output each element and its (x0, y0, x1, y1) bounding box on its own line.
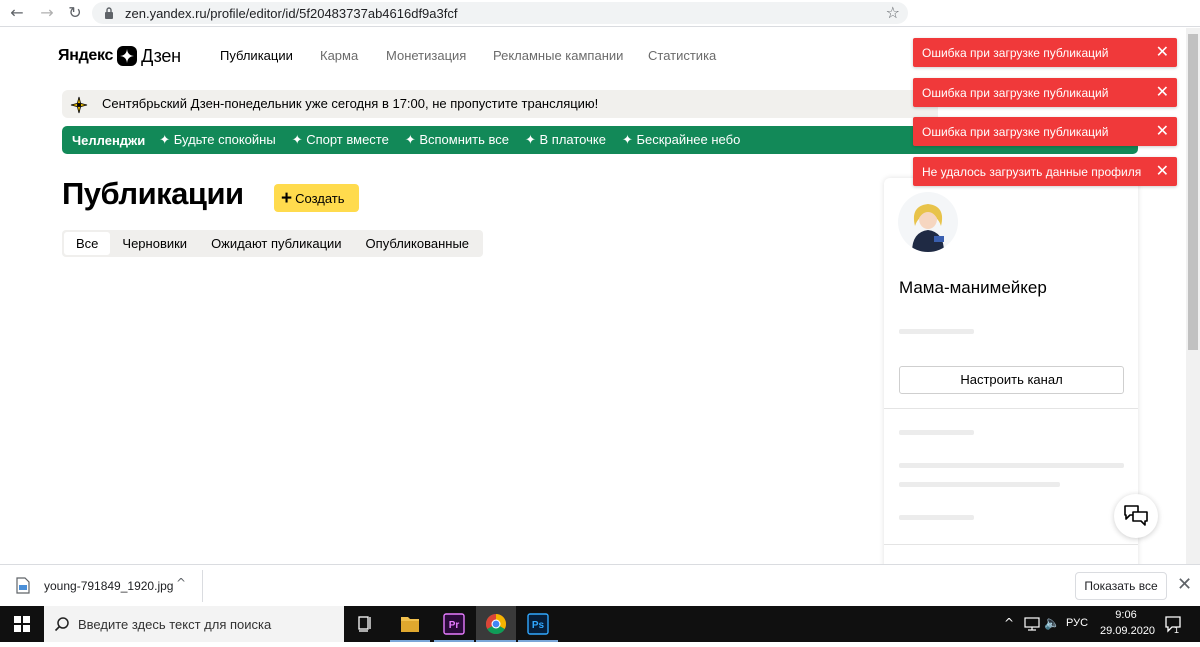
profile-name[interactable]: Мама-манимейкер (899, 278, 1047, 298)
clock-date[interactable]: 29.09.2020 (1100, 625, 1155, 637)
browser-toolbar: ← → ↻ zen.yandex.ru/profile/editor/id/5f… (0, 0, 1200, 27)
svg-text:Ps: Ps (532, 620, 545, 631)
close-icon[interactable]: ✕ (1177, 574, 1192, 595)
chevron-up-icon[interactable]: ^ (176, 576, 186, 590)
avatar[interactable] (898, 192, 958, 252)
taskbar-search-placeholder: Введите здесь текст для поиска (78, 617, 272, 632)
download-bar: young-791849_1920.jpg ^ Показать все ✕ (0, 564, 1200, 606)
scrollbar-thumb[interactable] (1188, 34, 1198, 350)
profile-card: Мама-манимейкер Настроить канал (884, 178, 1138, 564)
windows-logo-icon (14, 616, 30, 632)
nav-ad-campaigns[interactable]: Рекламные кампании (493, 48, 623, 63)
error-toast: Ошибка при загрузке публикаций ✕ (913, 38, 1177, 67)
clock-time[interactable]: 9:06 (1100, 609, 1152, 621)
close-icon[interactable]: ✕ (1156, 162, 1169, 180)
back-icon[interactable]: ← (6, 2, 28, 24)
close-icon[interactable]: ✕ (1156, 83, 1169, 101)
tab-all[interactable]: Все (64, 232, 111, 255)
windows-taskbar: Введите здесь текст для поиска Pr Ps ^ 🔈… (0, 606, 1200, 642)
scrollbar[interactable] (1186, 28, 1200, 564)
tab-scheduled[interactable]: Ожидают публикации (199, 232, 353, 255)
toast-text: Ошибка при загрузке публикаций (922, 86, 1109, 100)
error-toast: Ошибка при загрузке публикаций ✕ (913, 78, 1177, 107)
taskbar-app-chrome[interactable] (476, 606, 516, 642)
address-bar[interactable]: zen.yandex.ru/profile/editor/id/5f204837… (92, 2, 908, 24)
show-all-downloads-button[interactable]: Показать все (1075, 572, 1167, 600)
dzen-logo-icon (117, 46, 138, 66)
url-text: zen.yandex.ru/profile/editor/id/5f204837… (125, 6, 458, 21)
bookmark-star-icon[interactable]: ☆ (886, 2, 900, 24)
chat-bubbles-icon (1124, 505, 1148, 526)
divider (884, 408, 1138, 409)
promo-text: Сентябрьский Дзен-понедельник уже сегодн… (102, 96, 599, 111)
setup-channel-button[interactable]: Настроить канал (899, 366, 1124, 394)
divider (202, 570, 203, 602)
task-view-button[interactable] (346, 606, 386, 642)
close-icon[interactable]: ✕ (1156, 43, 1169, 61)
nav-monetization[interactable]: Монетизация (386, 48, 466, 63)
error-toast: Не удалось загрузить данные профиля ✕ (913, 157, 1177, 186)
chrome-icon (486, 614, 506, 634)
close-icon[interactable]: ✕ (1156, 122, 1169, 140)
skeleton-line (899, 515, 974, 520)
reload-icon[interactable]: ↻ (64, 2, 86, 24)
search-icon (54, 617, 69, 632)
image-file-icon (16, 577, 30, 594)
skeleton-line (899, 482, 1060, 487)
challenge-item[interactable]: ✦ В платочке (525, 132, 606, 148)
forward-icon[interactable]: → (36, 2, 58, 24)
toast-text: Не удалось загрузить данные профиля (922, 165, 1142, 179)
notification-count: 1 (1174, 625, 1180, 635)
taskbar-app-photoshop[interactable]: Ps (518, 606, 558, 642)
challenges-title[interactable]: Челленджи (72, 133, 145, 148)
task-view-icon (358, 616, 371, 632)
skeleton-line (899, 329, 974, 334)
challenge-item[interactable]: ✦ Спорт вместе (292, 132, 389, 148)
photoshop-icon: Ps (527, 613, 549, 635)
skeleton-line (899, 430, 974, 435)
skeleton-line (899, 463, 1124, 468)
error-toast: Ошибка при загрузке публикаций ✕ (913, 117, 1177, 146)
page-content: Яндекс Дзен Публикации Карма Монетизация… (0, 28, 1186, 564)
svg-text:Pr: Pr (449, 620, 460, 631)
premiere-icon: Pr (443, 613, 465, 635)
yandex-dzen-logo[interactable]: Яндекс Дзен (58, 44, 181, 68)
challenge-item[interactable]: ✦ Бескрайнее небо (622, 132, 740, 148)
create-button-label: Создать (295, 190, 345, 206)
nav-publications[interactable]: Публикации (220, 48, 293, 63)
volume-icon[interactable]: 🔈 (1044, 616, 1060, 631)
logo-yandex-text: Яндекс (58, 47, 114, 64)
publication-tabs: Все Черновики Ожидают публикации Опублик… (62, 230, 484, 257)
toast-text: Ошибка при загрузке публикаций (922, 46, 1109, 60)
taskbar-app-explorer[interactable] (390, 606, 430, 642)
tab-drafts[interactable]: Черновики (110, 232, 199, 255)
language-indicator[interactable]: РУС (1066, 617, 1088, 629)
network-icon[interactable] (1024, 617, 1040, 631)
sparkle-icon (70, 96, 88, 114)
create-button[interactable]: + Создать (274, 184, 359, 212)
challenge-item[interactable]: ✦ Будьте спокойны (159, 132, 275, 148)
folder-icon (401, 617, 419, 632)
challenge-item[interactable]: ✦ Вспомнить все (405, 132, 509, 148)
promo-banner[interactable]: Сентябрьский Дзен-понедельник уже сегодн… (62, 90, 938, 118)
taskbar-app-premiere[interactable]: Pr (434, 606, 474, 642)
taskbar-search-box[interactable]: Введите здесь текст для поиска (44, 606, 344, 642)
nav-statistics[interactable]: Статистика (648, 48, 716, 63)
notification-center-icon[interactable] (1164, 615, 1182, 633)
logo-dzen-text: Дзен (141, 45, 181, 66)
page-title: Публикации (62, 176, 244, 211)
toast-text: Ошибка при загрузке публикаций (922, 125, 1109, 139)
start-button[interactable] (0, 606, 44, 642)
plus-icon: + (281, 187, 293, 209)
divider (884, 544, 1138, 545)
tray-expand-icon[interactable]: ^ (1004, 616, 1014, 630)
tab-published[interactable]: Опубликованные (354, 232, 482, 255)
chat-button[interactable] (1114, 494, 1158, 538)
nav-karma[interactable]: Карма (320, 48, 358, 63)
lock-icon (105, 7, 113, 19)
download-filename[interactable]: young-791849_1920.jpg (44, 579, 173, 593)
